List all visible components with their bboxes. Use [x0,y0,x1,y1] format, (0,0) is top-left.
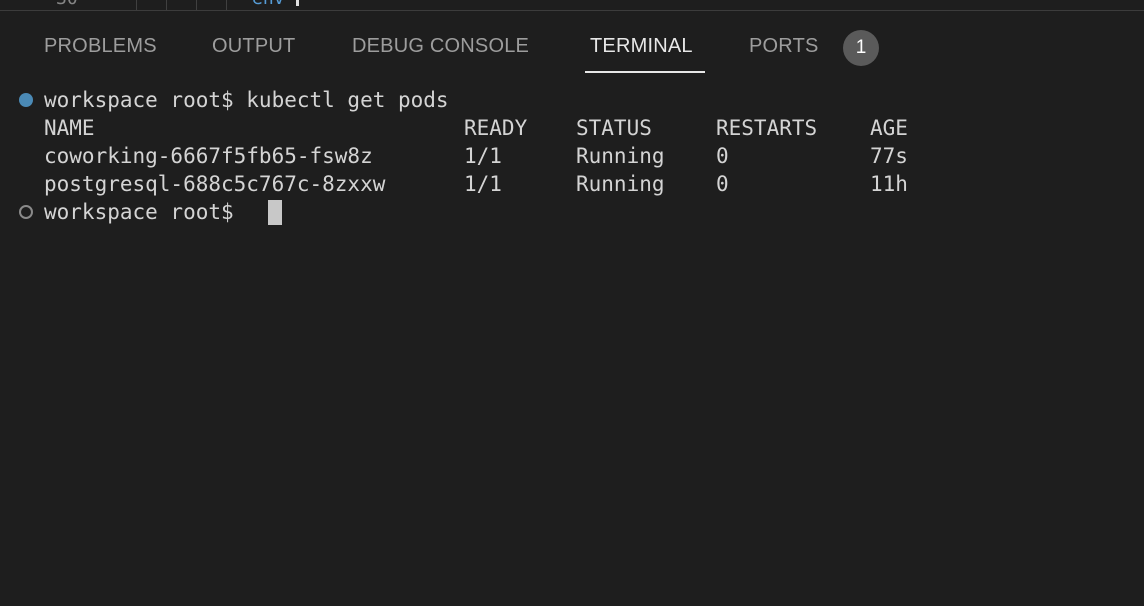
pod-age: 77s [870,144,908,168]
indent-guide [166,0,167,10]
command-success-decoration-icon[interactable] [19,93,33,107]
indent-guide [226,0,227,10]
indent-guide [196,0,197,10]
pod-status: Running [576,144,665,168]
editor-fragment: 30 env [0,0,1144,10]
ports-count-badge: 1 [843,30,879,66]
indent-guide [136,0,137,10]
tab-problems[interactable]: PROBLEMS [44,35,157,58]
bottom-panel: PROBLEMS OUTPUT DEBUG CONSOLE TERMINAL P… [0,11,1144,606]
header-name: NAME [44,116,95,140]
pod-restarts: 0 [716,172,729,196]
prompt-line: workspace root$ [44,200,247,224]
panel-tab-bar: PROBLEMS OUTPUT DEBUG CONSOLE TERMINAL P… [0,11,1144,75]
pod-name: coworking-6667f5fb65-fsw8z [44,144,373,168]
pod-ready: 1/1 [464,144,502,168]
header-age: AGE [870,116,908,140]
pod-status: Running [576,172,665,196]
header-status: STATUS [576,116,652,140]
prompt-pending-decoration-icon[interactable] [19,205,33,219]
tab-output[interactable]: OUTPUT [212,35,295,58]
pod-restarts: 0 [716,144,729,168]
tab-ports[interactable]: PORTS [749,35,819,58]
header-restarts: RESTARTS [716,116,818,140]
command-line: workspace root$ kubectl get pods [44,88,449,112]
pod-name: postgresql-688c5c767c-8zxxw [44,172,386,196]
editor-cursor [296,0,299,6]
header-ready: READY [464,116,528,140]
terminal-cursor [268,200,282,225]
pod-age: 11h [870,172,908,196]
tab-terminal[interactable]: TERMINAL [590,35,693,58]
code-text[interactable]: env [252,0,285,9]
line-number: 30 [56,0,78,9]
pod-ready: 1/1 [464,172,502,196]
active-tab-indicator [585,71,705,73]
tab-debug-console[interactable]: DEBUG CONSOLE [352,35,529,58]
